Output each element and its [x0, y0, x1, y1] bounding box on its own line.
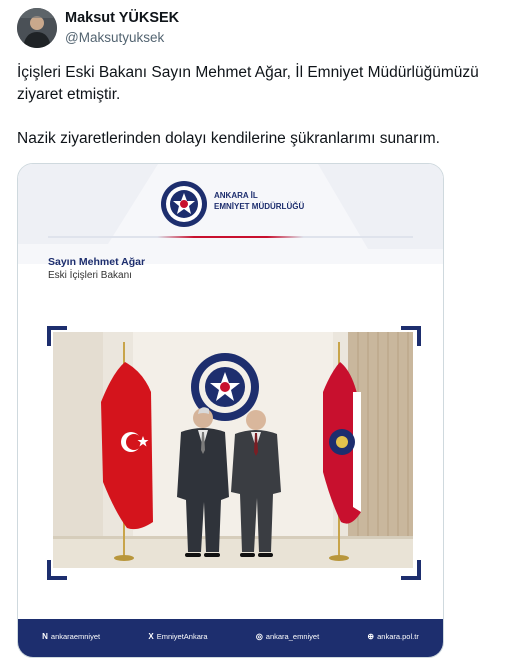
- visit-photo: [53, 332, 413, 568]
- tweet-text: İçişleri Eski Bakanı Sayın Mehmet Ağar, …: [17, 62, 507, 150]
- header-divider: [48, 236, 413, 238]
- org-name-line: EMNİYET MÜDÜRLÜĞÜ: [214, 202, 305, 211]
- tweet-paragraph: Nazik ziyaretlerinden dolayı kendilerine…: [17, 130, 440, 147]
- globe-icon: ⊕: [367, 632, 375, 641]
- org-name-line: ANKARA İL: [214, 191, 258, 200]
- x-icon: X: [148, 632, 154, 641]
- header-background: [18, 164, 443, 264]
- org-name: ANKARA İL EMNİYET MÜDÜRLÜĞÜ: [214, 190, 304, 212]
- photo-frame-corner: [401, 326, 421, 346]
- photo-frame-corner: [401, 560, 421, 580]
- footer-item: N ankaraemniyet: [42, 632, 100, 641]
- tweet-paragraph: İçişleri Eski Bakanı Sayın Mehmet Ağar, …: [17, 64, 479, 103]
- footer-item-label: ankara.pol.tr: [377, 632, 419, 641]
- photo-frame-corner: [47, 326, 67, 346]
- author-handle[interactable]: @Maksutyuksek: [65, 30, 164, 45]
- nsosyal-icon: N: [42, 632, 48, 641]
- tweet-media-card[interactable]: ANKARA İL EMNİYET MÜDÜRLÜĞÜ Sayın Mehmet…: [17, 163, 444, 658]
- footer-social-links: N ankaraemniyet X EmniyetAnkara ◎ ankara…: [18, 632, 443, 641]
- author-avatar[interactable]: [17, 8, 57, 48]
- footer-item: X EmniyetAnkara: [148, 632, 207, 641]
- footer-item: ⊕ ankara.pol.tr: [367, 632, 418, 641]
- footer-item-label: ankaraemniyet: [50, 632, 101, 641]
- author-name[interactable]: Maksut YÜKSEK: [65, 10, 179, 26]
- photo-frame-corner: [47, 560, 67, 580]
- visitor-title: Eski İçişleri Bakanı: [48, 270, 132, 281]
- instagram-icon: ◎: [255, 632, 263, 641]
- footer-item-label: EmniyetAnkara: [156, 632, 208, 641]
- police-emblem-icon: [161, 181, 207, 227]
- footer-item-label: ankara_emniyet: [265, 632, 320, 641]
- visitor-name: Sayın Mehmet Ağar: [48, 256, 146, 268]
- footer-item: ◎ ankara_emniyet: [256, 632, 319, 641]
